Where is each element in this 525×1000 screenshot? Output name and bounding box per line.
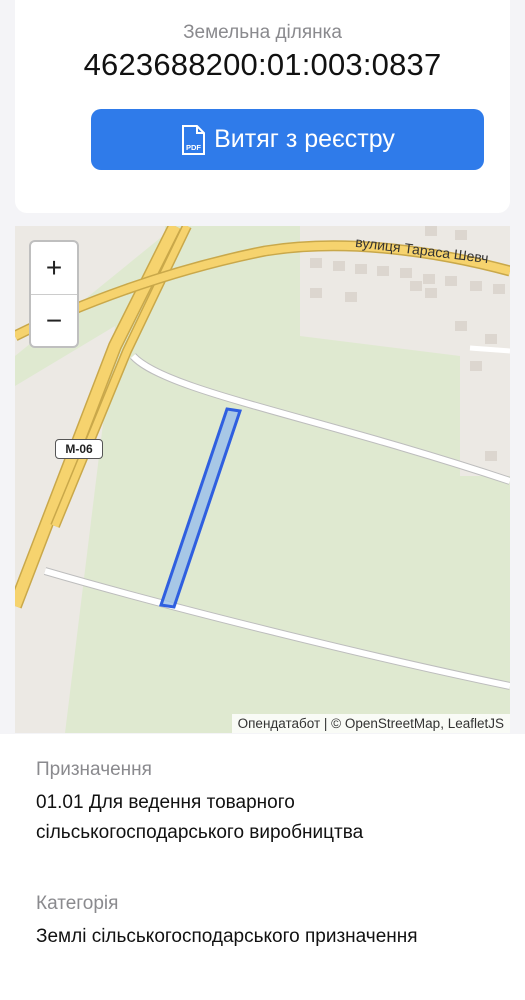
- map-attribution: Опендатабот | © OpenStreetMap, LeafletJS: [231, 714, 510, 733]
- pdf-icon: PDF: [182, 124, 206, 155]
- purpose-value-line1: 01.01 Для ведення товарного: [36, 792, 295, 813]
- map-view[interactable]: вулиця Тараса Шевч М-06 + − Опендатабот …: [15, 226, 510, 733]
- pdf-icon-text: PDF: [186, 143, 201, 152]
- details-panel: Призначення 01.01 Для ведення товарного …: [0, 734, 525, 1000]
- attribution-separator: | ©: [320, 716, 345, 731]
- zoom-control: + −: [29, 240, 79, 348]
- purpose-value-line2: сільськогосподарського виробництва: [36, 822, 364, 843]
- category-value: Землі сільськогосподарського призначення: [36, 926, 418, 947]
- zoom-in-button[interactable]: +: [31, 242, 77, 295]
- attribution-comma: ,: [440, 716, 448, 731]
- highway-shield: М-06: [55, 439, 103, 459]
- attribution-opendatabot-link[interactable]: Опендатабот: [238, 716, 321, 731]
- zoom-out-button[interactable]: −: [31, 295, 77, 346]
- registry-extract-button[interactable]: PDF Витяг з реєстру: [91, 109, 484, 170]
- attribution-leaflet-link[interactable]: LeafletJS: [448, 716, 504, 731]
- purpose-label: Призначення: [36, 759, 152, 780]
- cadastral-number: 4623688200:01:003:0837: [83, 47, 442, 82]
- page-subtitle: Земельна ділянка: [183, 22, 342, 43]
- category-label: Категорія: [36, 893, 119, 914]
- registry-extract-label: Витяг з реєстру: [214, 125, 395, 153]
- attribution-osm-link[interactable]: OpenStreetMap: [345, 716, 440, 731]
- map-tiles: [15, 226, 510, 733]
